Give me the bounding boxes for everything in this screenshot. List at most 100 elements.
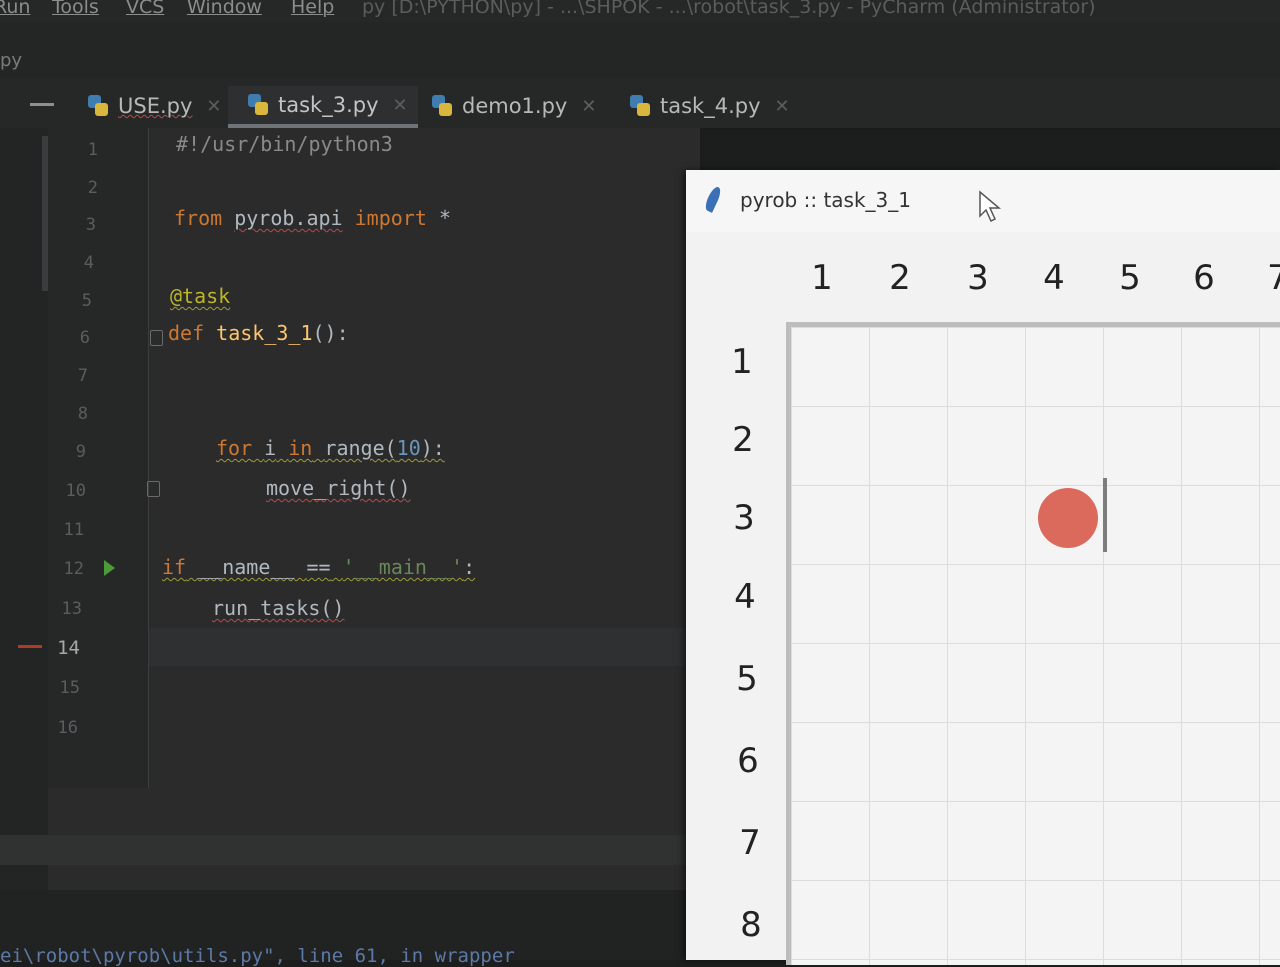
line-number: 5: [81, 291, 92, 311]
keyword: def: [168, 321, 205, 345]
keyword: if: [162, 555, 187, 579]
tab-use-py[interactable]: USE.py ✕: [88, 86, 222, 126]
robot-marker: [1038, 488, 1098, 548]
field-grid: [786, 322, 1280, 965]
current-line-highlight: [148, 628, 700, 666]
punctuation: ):: [420, 436, 445, 460]
line-number: 10: [65, 481, 86, 501]
code-line-3: from pyrob.api import *: [174, 206, 451, 230]
module-name: pyrob.api: [234, 206, 343, 230]
column-label: 5: [1119, 258, 1141, 298]
code-line-13: run_tasks(): [212, 596, 345, 620]
line-number: 8: [77, 404, 88, 424]
menu-vcs[interactable]: VCS: [126, 0, 164, 18]
keyword: import: [354, 206, 427, 230]
tab-demo1-py[interactable]: demo1.py ✕: [432, 86, 596, 126]
tab-label: task_4.py: [660, 94, 761, 118]
dunder-name: __name__: [198, 555, 295, 579]
menu-window[interactable]: Window: [187, 0, 262, 18]
builtin: range(: [324, 436, 397, 460]
close-icon[interactable]: ✕: [581, 96, 596, 117]
fold-marker-icon[interactable]: [150, 330, 163, 346]
line-number: 6: [79, 328, 90, 348]
editor-tab-bar: USE.py ✕ task_3.py ✕ demo1.py ✕ task_4.p…: [0, 78, 1280, 129]
code-line-9: for i in range(10):: [216, 436, 445, 460]
code-line-1: #!/usr/bin/python3: [176, 132, 393, 156]
menu-run[interactable]: Run: [0, 0, 30, 18]
line-number-current: 14: [57, 637, 80, 659]
close-icon[interactable]: ✕: [393, 95, 408, 116]
keyword: in: [288, 436, 313, 460]
line-number: 9: [75, 442, 86, 462]
python-file-icon: [432, 95, 452, 117]
run-gutter-icon[interactable]: [104, 560, 115, 576]
column-label: 1: [811, 258, 833, 298]
punctuation: ():: [312, 321, 349, 345]
gutter-divider: [148, 128, 149, 788]
python-file-icon: [248, 94, 268, 116]
close-icon[interactable]: ✕: [206, 96, 221, 117]
line-number: 7: [77, 366, 88, 386]
variable: i: [264, 436, 277, 460]
close-icon[interactable]: ✕: [775, 96, 790, 117]
tab-task-3-py[interactable]: task_3.py ✕: [228, 86, 418, 128]
operator: *: [438, 206, 451, 230]
navigation-bar: py: [0, 22, 1280, 78]
fold-marker-icon[interactable]: [147, 481, 160, 497]
menu-tools[interactable]: Tools: [52, 0, 99, 18]
console-line: ei\robot\pyrob\utils.py", line 61, in wr…: [0, 945, 515, 967]
column-label: 3: [967, 258, 989, 298]
string: '__main__': [342, 555, 464, 579]
line-number: 15: [59, 678, 80, 698]
row-label: 4: [734, 577, 756, 617]
robot-window-title: pyrob :: task_3_1: [740, 188, 911, 212]
function-name: task_3_1: [216, 321, 313, 345]
row-label: 2: [732, 420, 754, 460]
row-label: 7: [739, 823, 761, 863]
line-number: 12: [63, 559, 84, 579]
line-number: 4: [83, 253, 94, 273]
tab-label: USE.py: [118, 94, 193, 118]
row-label: 5: [736, 659, 758, 699]
python-file-icon: [88, 95, 108, 117]
column-label: 2: [889, 258, 911, 298]
column-label: 7: [1267, 258, 1280, 298]
line-number: 3: [85, 215, 96, 235]
code-line-12: if __name__ == '__main__':: [162, 555, 475, 579]
code-line-10: move_right(): [266, 476, 411, 500]
line-number: 11: [63, 520, 84, 540]
python-file-icon: [630, 95, 650, 117]
line-number: 13: [61, 599, 82, 619]
feather-icon: [702, 185, 724, 213]
run-console[interactable]: ei\robot\pyrob\utils.py", line 61, in wr…: [0, 890, 700, 967]
row-label: 3: [733, 498, 755, 538]
robot-wall: [1103, 478, 1107, 552]
line-number: 1: [87, 140, 98, 160]
window-title: py [D:\PYTHON\py] - ...\SHPOK - ...\robo…: [362, 0, 1096, 18]
mouse-cursor-icon: [979, 190, 1002, 223]
tab-label: task_3.py: [278, 93, 379, 117]
robot-window-titlebar[interactable]: pyrob :: task_3_1: [686, 170, 1280, 232]
change-marker: [18, 645, 42, 648]
robot-window[interactable]: pyrob :: task_3_1 1 2 3 4 5 6 7 1 2 3 4 …: [686, 170, 1280, 965]
collapse-icon[interactable]: [30, 103, 54, 106]
tab-task-4-py[interactable]: task_4.py ✕: [630, 86, 790, 126]
code-line-6: def task_3_1():: [168, 321, 349, 345]
keyword: for: [216, 436, 253, 460]
punctuation: :: [463, 555, 476, 579]
line-number: 16: [57, 718, 78, 738]
code-line-5: @task: [170, 284, 231, 308]
row-label: 6: [737, 741, 759, 781]
row-label: 1: [731, 342, 753, 382]
keyword: from: [174, 206, 223, 230]
operator: ==: [306, 555, 331, 579]
number: 10: [396, 436, 421, 460]
project-tool-strip: [0, 128, 48, 898]
line-number: 2: [87, 178, 98, 198]
menu-bar: Run Tools VCS Window Help py [D:\PYTHON\…: [0, 0, 1280, 22]
column-label: 4: [1043, 258, 1065, 298]
tab-label: demo1.py: [462, 94, 568, 118]
menu-help[interactable]: Help: [291, 0, 334, 18]
breadcrumb-project[interactable]: py: [0, 50, 22, 71]
editor-bottom-bar: [0, 835, 700, 865]
